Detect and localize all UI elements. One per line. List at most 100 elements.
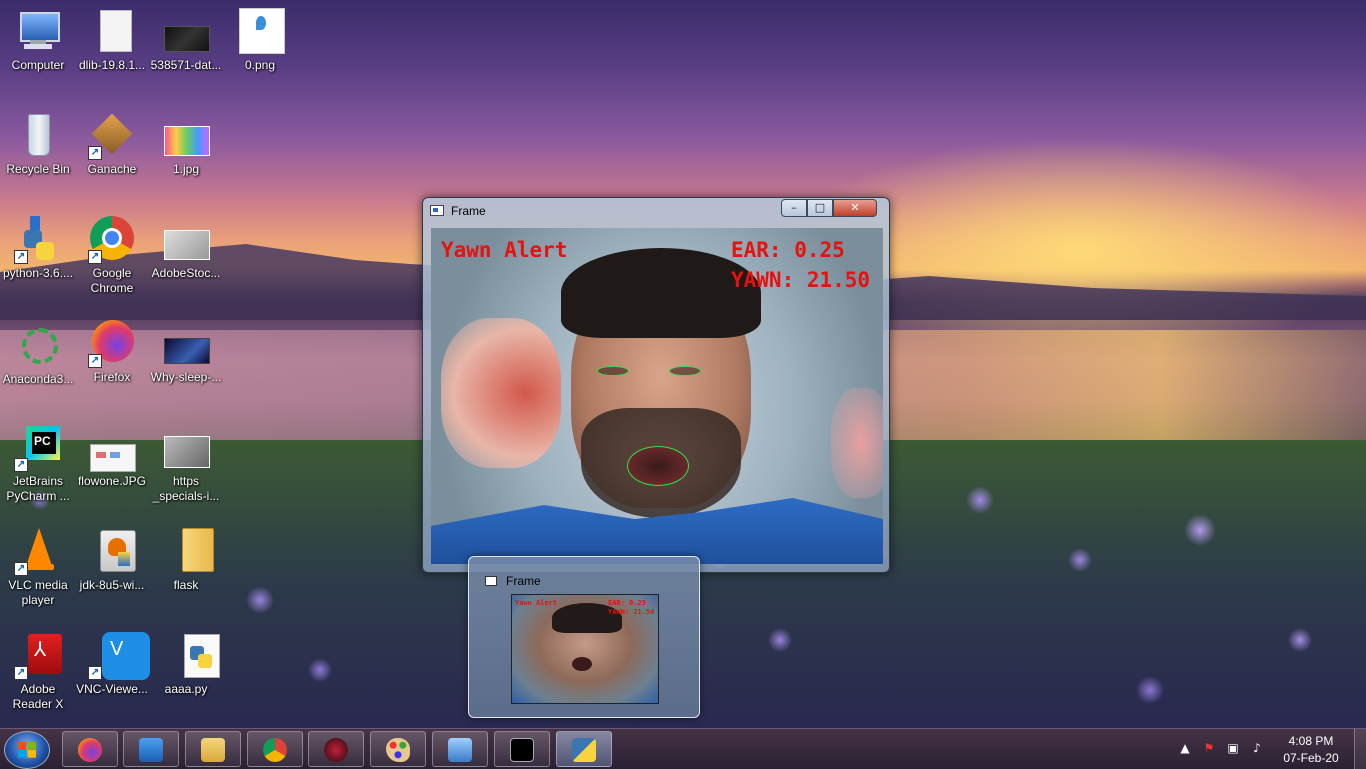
icon-label: Adobe Reader X: [12, 682, 64, 711]
icon-label: dlib-19.8.1...: [78, 58, 146, 72]
chrome-icon: [263, 738, 287, 762]
close-button[interactable]: ✕: [833, 199, 877, 217]
desktop-icon-adobe-reader[interactable]: ⅄ ↗ Adobe Reader X: [0, 632, 76, 712]
vlc-icon: ↗: [14, 528, 62, 576]
icon-label: 1.jpg: [172, 162, 200, 176]
chrome-icon: ↗: [88, 216, 136, 264]
desktop-icon-ganache[interactable]: ↗ Ganache: [74, 112, 150, 177]
icon-label: https _specials-i...: [152, 474, 220, 503]
desktop-icon-computer[interactable]: Computer: [0, 8, 76, 73]
desktop-icon-anaconda[interactable]: Anaconda3...: [0, 322, 76, 387]
icon-label: Anaconda3...: [2, 372, 74, 386]
vnc-icon: V ↗: [88, 632, 150, 680]
show-desktop-button[interactable]: [1354, 729, 1366, 769]
recycle-bin-icon: [14, 112, 62, 160]
yawn-alert-text: Yawn Alert: [441, 238, 568, 262]
yawn-value-text: YAWN: 21.50: [731, 268, 871, 292]
taskbar-thumbnail-preview[interactable]: Frame Yawn Alert EAR: 0.25 YAWN: 21.50: [468, 556, 700, 718]
network-icon[interactable]: ▣: [1226, 742, 1240, 754]
image-file-icon: [162, 424, 210, 472]
frame-window[interactable]: Frame – □ ✕ Yawn Alert EAR: 0.25 YAWN: 2…: [422, 197, 890, 573]
desktop-icon-python-installer[interactable]: ↗ python-3.6....: [0, 216, 76, 281]
taskbar-firefox[interactable]: [62, 731, 118, 767]
ear-value-text: EAR: 0.25: [731, 238, 845, 262]
firefox-icon: [78, 738, 102, 762]
left-eye-landmark: [597, 366, 629, 376]
desktop-icon-aaaa-py[interactable]: aaaa.py: [148, 632, 224, 697]
volume-icon[interactable]: ♪: [1250, 742, 1264, 754]
desktop-icon-adobestock[interactable]: AdobeStoc...: [148, 216, 224, 281]
python-file-icon: [162, 632, 220, 680]
show-hidden-icons-button[interactable]: ▲: [1178, 742, 1192, 754]
video-hand-right: [831, 388, 883, 498]
preview-ear-text: EAR: 0.25: [608, 599, 646, 607]
anaconda-icon: [14, 322, 62, 370]
preview-yawn-text: YAWN: 21.50: [608, 608, 655, 616]
desktop-icon-pycharm[interactable]: PC ↗ JetBrains PyCharm ...: [0, 424, 76, 504]
adobe-reader-icon: ⅄ ↗: [14, 632, 62, 680]
icon-label: VNC-Viewe...: [76, 682, 148, 696]
icon-label: jdk-8u5-wi...: [79, 578, 145, 592]
icon-label: flask: [173, 578, 199, 592]
window-titlebar[interactable]: Frame – □ ✕: [423, 198, 889, 224]
minimize-button[interactable]: –: [781, 199, 807, 217]
preview-alert-text: Yawn Alert: [515, 599, 558, 607]
image-file-icon: [162, 8, 210, 56]
taskbar: ▲ ⚑ ▣ ♪ 4:08 PM 07-Feb-20: [0, 728, 1366, 769]
icon-label: flowone.JPG: [77, 474, 147, 488]
icon-label: python-3.6....: [2, 266, 74, 280]
desktop-icon-firefox[interactable]: ↗ Firefox: [74, 320, 150, 385]
desktop-icon-dlib[interactable]: dlib-19.8.1...: [74, 8, 150, 73]
image-file-icon: [162, 112, 210, 160]
desktop-icon-vnc-viewer[interactable]: V ↗ VNC-Viewe...: [74, 632, 150, 697]
desktop-icon-dataset[interactable]: 538571-dat...: [148, 8, 224, 73]
video-hand: [441, 318, 561, 468]
control-panel-icon: [448, 738, 472, 762]
taskbar-media-player[interactable]: [123, 731, 179, 767]
clock-time[interactable]: 4:08 PM: [1276, 734, 1346, 748]
folder-icon: [162, 528, 214, 576]
clock-date[interactable]: 07-Feb-20: [1276, 751, 1346, 765]
preview-title: Frame: [506, 574, 541, 588]
desktop-icon-0-png[interactable]: 0.png: [222, 8, 298, 73]
icon-label: VLC media player: [8, 578, 68, 607]
desktop-icon-https-specials[interactable]: https _specials-i...: [148, 424, 224, 504]
icon-label: Firefox: [93, 370, 131, 384]
preview-app-icon: [485, 576, 497, 586]
icon-label: Recycle Bin: [6, 162, 70, 176]
java-installer-icon: [88, 528, 136, 576]
taskbar-control-panel[interactable]: [432, 731, 488, 767]
taskbar-file-explorer[interactable]: [185, 731, 241, 767]
icon-label: Why-sleep-...: [150, 370, 222, 384]
start-button[interactable]: [4, 731, 50, 769]
image-file-icon: [162, 320, 210, 368]
desktop-icon-why-sleep[interactable]: Why-sleep-...: [148, 320, 224, 385]
python-icon: [572, 738, 596, 762]
taskbar-paint[interactable]: [370, 731, 426, 767]
preview-thumbnail[interactable]: Yawn Alert EAR: 0.25 YAWN: 21.50: [511, 594, 659, 704]
taskbar-python[interactable]: [556, 731, 612, 767]
desktop-icon-google-chrome[interactable]: ↗ Google Chrome: [74, 216, 150, 296]
desktop-icon-flask[interactable]: flask: [148, 528, 224, 593]
desktop-icon-flowone[interactable]: flowone.JPG: [74, 440, 150, 489]
pycharm-icon: PC ↗: [14, 424, 62, 472]
paint-palette-icon: [386, 738, 410, 762]
blank-file-icon: [88, 8, 136, 56]
action-center-flag-icon[interactable]: ⚑: [1202, 742, 1216, 754]
desktop-icon-jdk[interactable]: jdk-8u5-wi...: [74, 528, 150, 593]
image-file-icon: [236, 8, 285, 56]
taskbar-cmd[interactable]: [494, 731, 550, 767]
media-player-icon: [139, 738, 163, 762]
folder-icon: [201, 738, 225, 762]
taskbar-spider-app[interactable]: [308, 731, 364, 767]
right-eye-landmark: [669, 366, 701, 376]
python-installer-icon: ↗: [14, 216, 62, 264]
maximize-button[interactable]: □: [807, 199, 833, 217]
icon-label: Google Chrome: [90, 266, 134, 295]
system-tray: ▲ ⚑ ▣ ♪ 4:08 PM 07-Feb-20: [1170, 729, 1366, 769]
desktop-icon-1-jpg[interactable]: 1.jpg: [148, 112, 224, 177]
icon-label: 538571-dat...: [150, 58, 222, 72]
desktop-icon-recycle-bin[interactable]: Recycle Bin: [0, 112, 76, 177]
desktop-icon-vlc[interactable]: ↗ VLC media player: [0, 528, 76, 608]
taskbar-chrome[interactable]: [247, 731, 303, 767]
